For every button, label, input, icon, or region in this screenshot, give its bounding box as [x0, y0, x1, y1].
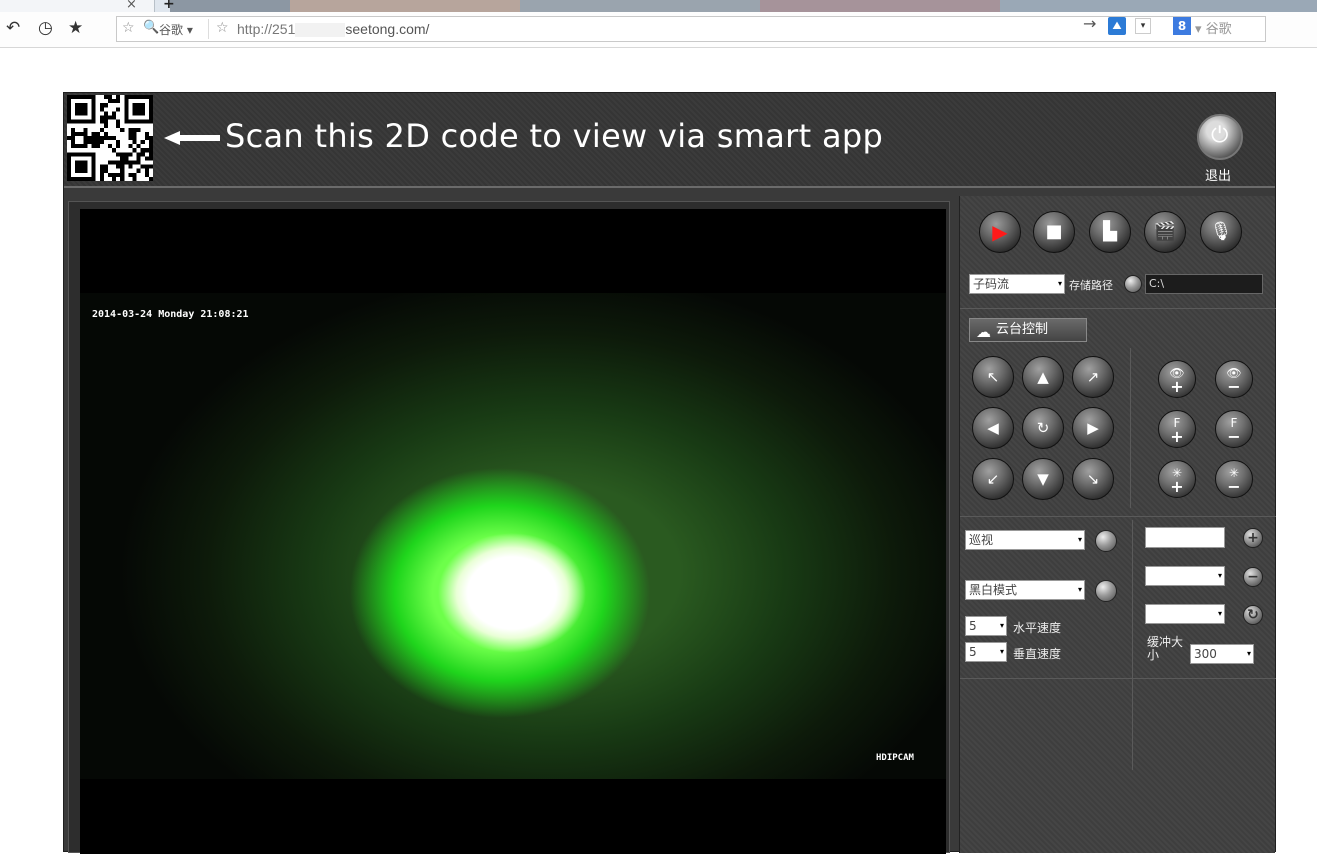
- stream-select[interactable]: 子码流 ▾: [969, 274, 1065, 294]
- preset-name-input[interactable]: [1145, 527, 1225, 548]
- focus-plus-button[interactable]: F +: [1158, 410, 1196, 448]
- google-search-box[interactable]: 8 ▾ 谷歌: [1170, 16, 1316, 40]
- preset-call-select[interactable]: ▾: [1145, 604, 1225, 624]
- storage-path-label: 存储路径: [1069, 279, 1113, 292]
- stop-icon: ■: [1045, 221, 1063, 242]
- video-player[interactable]: 2014-03-24 Monday 21:08:21 HDIPCAM: [80, 209, 946, 854]
- play-icon: ▶: [992, 220, 1008, 244]
- extension-icon[interactable]: ⛰: [1108, 17, 1126, 35]
- h-speed-label: 水平速度: [1013, 621, 1062, 635]
- iris-minus-button[interactable]: ✳ −: [1215, 460, 1253, 498]
- stop-button[interactable]: ■: [1033, 211, 1075, 253]
- buffer-size-select[interactable]: 300 ▾: [1190, 644, 1254, 664]
- live-video-feed: 2014-03-24 Monday 21:08:21 HDIPCAM: [80, 293, 946, 779]
- browser-tab[interactable]: ×: [0, 0, 155, 12]
- remove-preset-button[interactable]: −: [1243, 567, 1263, 587]
- ptz-up-right-button[interactable]: ↗: [1072, 356, 1114, 398]
- cloud-icon: ☁: [976, 323, 991, 341]
- go-icon[interactable]: →: [1083, 14, 1096, 33]
- address-divider: [208, 19, 209, 39]
- browse-path-button[interactable]: [1124, 275, 1142, 293]
- h-speed-select[interactable]: 5 ▾: [965, 616, 1007, 636]
- divider: [1132, 520, 1133, 770]
- undo-icon[interactable]: ↶: [6, 18, 20, 38]
- cruise-go-button[interactable]: [1095, 530, 1117, 552]
- divider: [960, 516, 1276, 517]
- zoom-in-button[interactable]: 👁 +: [1158, 360, 1196, 398]
- ptz-up-left-button[interactable]: ↖: [972, 356, 1014, 398]
- ptz-control-button[interactable]: ☁ 云台控制: [969, 318, 1087, 342]
- buffer-size-label: 缓冲大小: [1147, 635, 1184, 662]
- tab-strip: × +: [0, 0, 1317, 12]
- control-panel: ▶ ■ ▙ 🎬 🎙 子码流 ▾ 存储路径 C:\ ☁ 云台控制 ↖ ▲ ↗ ◀ ↻…: [959, 196, 1276, 853]
- extension-dropdown[interactable]: ▾: [1135, 18, 1151, 34]
- preset-select[interactable]: ▾: [1145, 566, 1225, 586]
- divider: [960, 308, 1276, 309]
- clapperboard-icon: 🎬: [1153, 221, 1177, 242]
- camera-icon: ▙: [1103, 221, 1117, 242]
- arrow-left-icon: [164, 131, 220, 145]
- qr-code: [67, 95, 153, 181]
- search-engine-label[interactable]: 谷歌 ▾: [159, 21, 193, 38]
- power-button[interactable]: ⏻: [1197, 114, 1243, 160]
- focus-minus-button[interactable]: F −: [1215, 410, 1253, 448]
- play-button[interactable]: ▶: [979, 211, 1021, 253]
- v-speed-select[interactable]: 5 ▾: [965, 642, 1007, 662]
- bw-mode-go-button[interactable]: [1095, 580, 1117, 602]
- ptz-center-button[interactable]: ↻: [1022, 407, 1064, 449]
- favorite-icon[interactable]: ☆: [216, 20, 229, 36]
- ptz-down-button[interactable]: ▼: [1022, 458, 1064, 500]
- divider: [960, 678, 1276, 679]
- close-tab-icon[interactable]: ×: [126, 0, 137, 12]
- history-icon[interactable]: ◷: [38, 18, 53, 38]
- microphone-icon: 🎙: [1209, 221, 1233, 242]
- ptz-right-button[interactable]: ▶: [1072, 407, 1114, 449]
- ptz-down-right-button[interactable]: ↘: [1072, 458, 1114, 500]
- power-icon: ⏻: [1211, 123, 1229, 148]
- video-watermark: HDIPCAM: [876, 753, 914, 763]
- talk-button[interactable]: 🎙: [1200, 211, 1242, 253]
- ptz-down-left-button[interactable]: ↙: [972, 458, 1014, 500]
- redacted-url: [295, 23, 346, 38]
- google-search-label: ▾ 谷歌: [1195, 22, 1232, 37]
- snapshot-button[interactable]: ▙: [1089, 211, 1131, 253]
- url-text[interactable]: http://251 seetong.com/: [237, 21, 429, 38]
- ptz-left-button[interactable]: ◀: [972, 407, 1014, 449]
- iris-plus-button[interactable]: ✳ +: [1158, 460, 1196, 498]
- refresh-preset-button[interactable]: ↻: [1243, 605, 1263, 625]
- google-icon: 8: [1173, 17, 1191, 35]
- new-tab-button[interactable]: +: [163, 0, 175, 12]
- add-preset-button[interactable]: +: [1243, 528, 1263, 548]
- bookmark-icon[interactable]: ★: [68, 18, 83, 38]
- app-header: Scan this 2D code to view via smart app …: [64, 93, 1275, 188]
- bw-mode-select[interactable]: 黑白模式 ▾: [965, 580, 1085, 600]
- storage-path-input[interactable]: C:\: [1145, 274, 1263, 294]
- scan-instruction: Scan this 2D code to view via smart app: [225, 117, 884, 155]
- favorite-icon[interactable]: ☆: [122, 20, 135, 36]
- record-button[interactable]: 🎬: [1144, 211, 1186, 253]
- camera-app: Scan this 2D code to view via smart app …: [63, 92, 1276, 854]
- video-timestamp: 2014-03-24 Monday 21:08:21: [92, 309, 249, 320]
- exit-label[interactable]: 退出: [1205, 165, 1231, 184]
- v-speed-label: 垂直速度: [1013, 647, 1062, 661]
- ptz-up-button[interactable]: ▲: [1022, 356, 1064, 398]
- divider: [1130, 348, 1131, 508]
- search-icon[interactable]: 🔍: [143, 20, 159, 35]
- cruise-select[interactable]: 巡视 ▾: [965, 530, 1085, 550]
- zoom-out-button[interactable]: 👁 −: [1215, 360, 1253, 398]
- video-frame: 2014-03-24 Monday 21:08:21 HDIPCAM: [68, 201, 950, 854]
